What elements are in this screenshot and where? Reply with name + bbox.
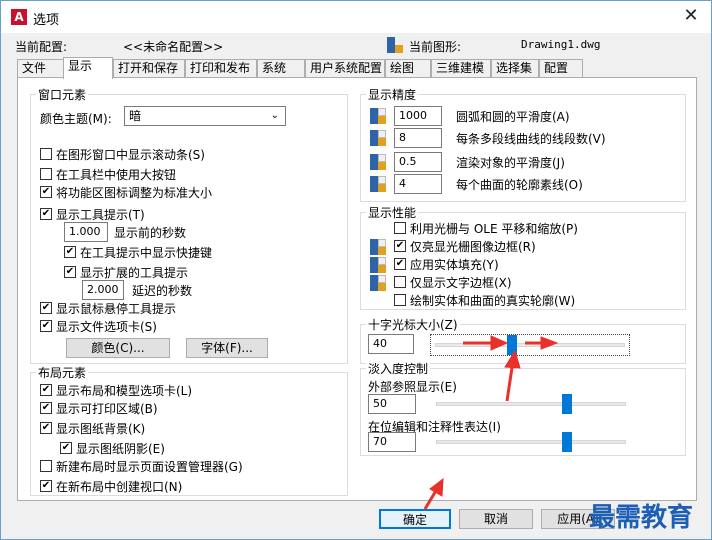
- watermark-logo: 最需教育: [589, 503, 694, 533]
- tab-display[interactable]: 显示: [63, 57, 113, 79]
- arrow-head-icon: [490, 335, 509, 351]
- options-dialog: A 选项 ✕ 当前配置: <<未命名配置>> 当前图形: Drawing1.dw…: [0, 0, 712, 540]
- annotation-arrows: [423, 335, 559, 510]
- arrow-head-icon: [504, 349, 521, 369]
- arrow-head-icon: [429, 477, 444, 497]
- arrow-head-icon: [540, 336, 559, 350]
